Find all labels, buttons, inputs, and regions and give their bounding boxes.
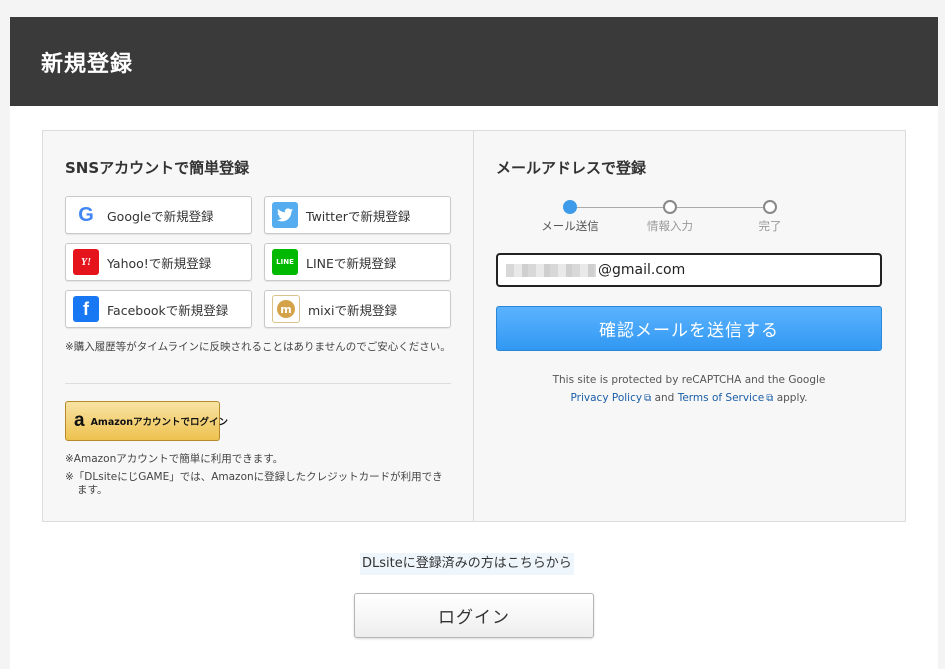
line-register-button[interactable]: LINE LINEで新規登録 [264, 243, 451, 281]
yahoo-register-label: Yahoo!で新規登録 [107, 255, 212, 271]
terms-of-service-link[interactable]: Terms of Service [678, 392, 765, 404]
modal-header: 新規登録 [10, 17, 938, 106]
google-register-label: Googleで新規登録 [107, 208, 214, 224]
apply-text: apply. [776, 392, 808, 404]
and-text: and [654, 392, 675, 404]
line-icon: LINE [272, 249, 298, 275]
line-register-label: LINEで新規登録 [306, 255, 397, 271]
twitter-register-button[interactable]: Twitterで新規登録 [264, 196, 451, 234]
recaptcha-text: This site is protected by reCAPTCHA and … [552, 374, 826, 386]
mail-section: メールアドレスで登録 メール送信 情報入力 完了 @gmail.com 確認メー… [474, 131, 905, 521]
facebook-register-button[interactable]: f Facebookで新規登録 [65, 290, 252, 328]
recaptcha-links: Privacy Policy ⧉ and Terms of Service ⧉ ap… [496, 389, 882, 408]
progress-steps: メール送信 情報入力 完了 [541, 199, 794, 239]
facebook-register-label: Facebookで新規登録 [107, 302, 229, 318]
amazon-note-1: ※Amazonアカウントで簡単に利用できます。 [65, 453, 284, 465]
amazon-icon: a [74, 410, 85, 431]
divider [65, 383, 451, 384]
external-link-icon: ⧉ [766, 393, 774, 404]
step-label: 完了 [758, 219, 782, 233]
sns-button-grid: G Googleで新規登録 Twitterで新規登録 Y! Yahoo!で新規登… [65, 196, 451, 328]
mixi-register-label: mixiで新規登録 [308, 302, 398, 318]
email-value: @gmail.com [598, 262, 686, 278]
step-dot [563, 200, 577, 214]
mixi-icon: m [272, 295, 300, 323]
redacted-text [506, 263, 596, 277]
step-complete: 完了 [740, 199, 800, 234]
yahoo-register-button[interactable]: Y! Yahoo!で新規登録 [65, 243, 252, 281]
step-label: 情報入力 [647, 219, 693, 233]
step-dot [663, 200, 677, 214]
google-icon: G [73, 202, 99, 228]
step-label: メール送信 [541, 219, 599, 233]
step-dot [763, 200, 777, 214]
existing-user-login-link[interactable]: DLsiteに登録済みの方はこちらから [360, 553, 574, 575]
page-title: 新規登録 [41, 51, 134, 77]
mixi-register-button[interactable]: m mixiで新規登録 [264, 290, 451, 328]
email-field[interactable]: @gmail.com [496, 253, 882, 287]
step-mail-send: メール送信 [540, 199, 600, 234]
amazon-login-button[interactable]: a Amazonアカウントでログイン [65, 401, 228, 441]
external-link-icon: ⧉ [644, 393, 652, 404]
yahoo-icon: Y! [73, 249, 99, 275]
sns-section: SNSアカウントで簡単登録 G Googleで新規登録 Twitterで新規登録… [43, 131, 474, 521]
mail-section-title: メールアドレスで登録 [496, 159, 647, 177]
amazon-note-2: ※「DLsiteにじGAME」では、Amazonに登録したクレジットカードが利用… [65, 471, 443, 496]
send-confirmation-button[interactable]: 確認メールを送信する [496, 306, 882, 351]
privacy-policy-link[interactable]: Privacy Policy [571, 392, 643, 404]
timeline-note: ※購入履歴等がタイムラインに反映されることはありませんのでご安心ください。 [65, 341, 451, 353]
facebook-icon: f [73, 296, 99, 322]
registration-modal: 新規登録 SNSアカウントで簡単登録 G Googleで新規登録 Twitter… [10, 17, 938, 669]
amazon-login-label: Amazonアカウントでログイン [90, 417, 229, 428]
step-info-input: 情報入力 [640, 199, 700, 234]
google-register-button[interactable]: G Googleで新規登録 [65, 196, 252, 234]
registration-panel: SNSアカウントで簡単登録 G Googleで新規登録 Twitterで新規登録… [42, 130, 906, 522]
login-button[interactable]: ログイン [354, 593, 594, 638]
sns-section-title: SNSアカウントで簡単登録 [65, 159, 250, 177]
recaptcha-notice: This site is protected by reCAPTCHA and … [496, 371, 882, 408]
twitter-icon [272, 202, 298, 228]
twitter-register-label: Twitterで新規登録 [306, 208, 411, 224]
